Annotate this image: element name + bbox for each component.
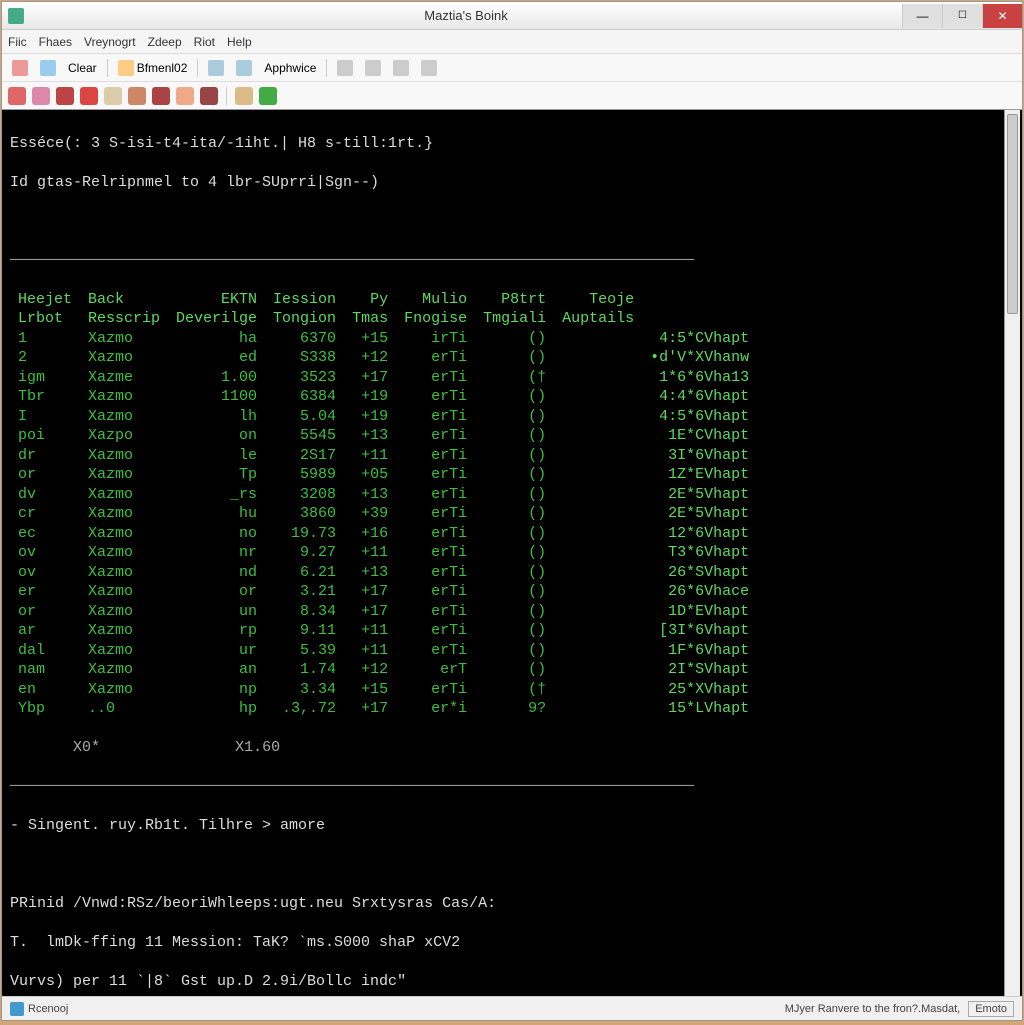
table-row: drXazmole2S17+11erTi()3I*6Vhapt <box>10 446 757 466</box>
clear-button[interactable]: Clear <box>64 59 101 77</box>
table-row: 1Xazmoha6370+15irTi()4:5*CVhapt <box>10 329 757 349</box>
mid-line: T. lmDk-ffing 11 Mession: TaK? `ms.S000 … <box>10 933 1014 953</box>
table-row: ecXazmono19.73+16erTi()12*6Vhapt <box>10 524 757 544</box>
console-line: Esséce(: 3 S-isi-t4-ita/-1iht.| H8 s-til… <box>10 134 1014 154</box>
menu-view[interactable]: Vreynogrt <box>84 35 136 49</box>
tool-5[interactable] <box>333 58 357 78</box>
status-left: Rcenooj <box>28 1003 68 1015</box>
app-icon <box>8 8 24 24</box>
statusbar: Rcenooj MJyer Ranvere to the fron?.Masda… <box>2 996 1022 1020</box>
divider: ────────────────────────────────────────… <box>10 777 1014 797</box>
mid-line: - Singent. ruy.Rb1t. Tilhre > amore <box>10 816 1014 836</box>
table-row: erXazmoor3.21+17erTi()26*6Vhace <box>10 582 757 602</box>
chart-icon[interactable] <box>56 87 74 105</box>
shield-icon[interactable] <box>8 87 26 105</box>
titlebar: Maztia's Boink <box>2 2 1022 30</box>
search-icon[interactable] <box>32 87 50 105</box>
book-icon[interactable] <box>176 87 194 105</box>
table-row: 2XazmoedS338+12erTi()•d'V*XVhanw <box>10 348 757 368</box>
table-row: orXazmoun8.34+17erTi()1D*EVhapt <box>10 602 757 622</box>
table-row: arXazmorp9.11+11erTi()[3I*6Vhapt <box>10 621 757 641</box>
menubar: Fiic Fhaes Vreynogrt Zdeep Riot Help <box>2 30 1022 54</box>
mid-line: Vurvs) per 11 `|8` Gst up.D 2.9i/Bollc i… <box>10 972 1014 992</box>
app-window: Maztia's Boink Fiic Fhaes Vreynogrt Zdee… <box>1 1 1023 1021</box>
table-row: IXazmolh5.04+19erTi()4:5*6Vhapt <box>10 407 757 427</box>
open-folder-button[interactable]: Bfmenl02 <box>114 58 192 78</box>
maximize-button[interactable] <box>942 4 982 28</box>
plus-icon[interactable] <box>80 87 98 105</box>
toolbar-secondary <box>2 82 1022 110</box>
tool-3[interactable] <box>204 58 228 78</box>
emoto-button[interactable]: Emoto <box>968 1001 1014 1017</box>
table-row: orXazmoTp5989+05erTi()1Z*EVhapt <box>10 465 757 485</box>
status-icon <box>10 1002 24 1016</box>
tool-7[interactable] <box>389 58 413 78</box>
menu-file[interactable]: Fiic <box>8 35 27 49</box>
globe-icon[interactable] <box>200 87 218 105</box>
menu-help[interactable]: Help <box>227 35 252 49</box>
close-button[interactable] <box>982 4 1022 28</box>
process-table: HeejetBackEKTNIessionPyMulioP8trtTeojeLr… <box>10 290 1014 719</box>
tool-4[interactable] <box>232 58 256 78</box>
table-row: enXazmonp3.34+15erTi(†25*XVhapt <box>10 680 757 700</box>
tool-8[interactable] <box>417 58 441 78</box>
console-line: Id gtas-Relripnmel to 4 lbr-SUprri|Sgn--… <box>10 173 1014 193</box>
table-row: dalXazmour5.39+11erTi()1F*6Vhapt <box>10 641 757 661</box>
minimize-button[interactable] <box>902 4 942 28</box>
table-row: ovXazmond6.21+13erTi()26*SVhapt <box>10 563 757 583</box>
mid-line: PRinid /Vnwd:RSz/beoriWhleeps:ugt.neu Sr… <box>10 894 1014 914</box>
scrollbar-thumb[interactable] <box>1007 114 1018 314</box>
refresh-icon[interactable] <box>259 87 277 105</box>
window-title: Maztia's Boink <box>30 8 902 23</box>
menu-zdeep[interactable]: Zdeep <box>148 35 182 49</box>
bottle-icon[interactable] <box>104 87 122 105</box>
window-controls <box>902 4 1022 28</box>
apphwice-button[interactable]: Apphwice <box>260 59 320 77</box>
table-row: TbrXazmo11006384+19erTi()4:4*6Vhapt <box>10 387 757 407</box>
table-row: ovXazmonr9.27+11erTi()T3*6Vhapt <box>10 543 757 563</box>
status-message: MJyer Ranvere to the fron?.Masdat, <box>785 1003 960 1015</box>
toolbar-primary: Clear Bfmenl02 Apphwice <box>2 54 1022 82</box>
tool-6[interactable] <box>361 58 385 78</box>
table-row: namXazmoan1.74+12erT()2I*SVhapt <box>10 660 757 680</box>
wand-icon[interactable] <box>235 87 253 105</box>
table-row: poiXazpoon5545+13erTi()1E*CVhapt <box>10 426 757 446</box>
table-row: Ybp..0hp.3,.72+17er*i9?15*LVhapt <box>10 699 757 719</box>
bell-icon[interactable] <box>128 87 146 105</box>
table-row: igmXazme1.003523+17erTi(†1*6*6Vha13 <box>10 368 757 388</box>
terminal-output[interactable]: Esséce(: 3 S-isi-t4-ita/-1iht.| H8 s-til… <box>2 110 1022 996</box>
table-row: dvXazmo_rs3208+13erTi()2E*5Vhapt <box>10 485 757 505</box>
divider: ────────────────────────────────────────… <box>10 251 1014 271</box>
tool-1[interactable] <box>8 58 32 78</box>
tool-2[interactable] <box>36 58 60 78</box>
menu-riot[interactable]: Riot <box>194 35 215 49</box>
scrollbar[interactable] <box>1004 110 1020 996</box>
menu-fhaes[interactable]: Fhaes <box>39 35 72 49</box>
table-row: crXazmohu3860+39erTi()2E*5Vhapt <box>10 504 757 524</box>
flag-icon[interactable] <box>152 87 170 105</box>
